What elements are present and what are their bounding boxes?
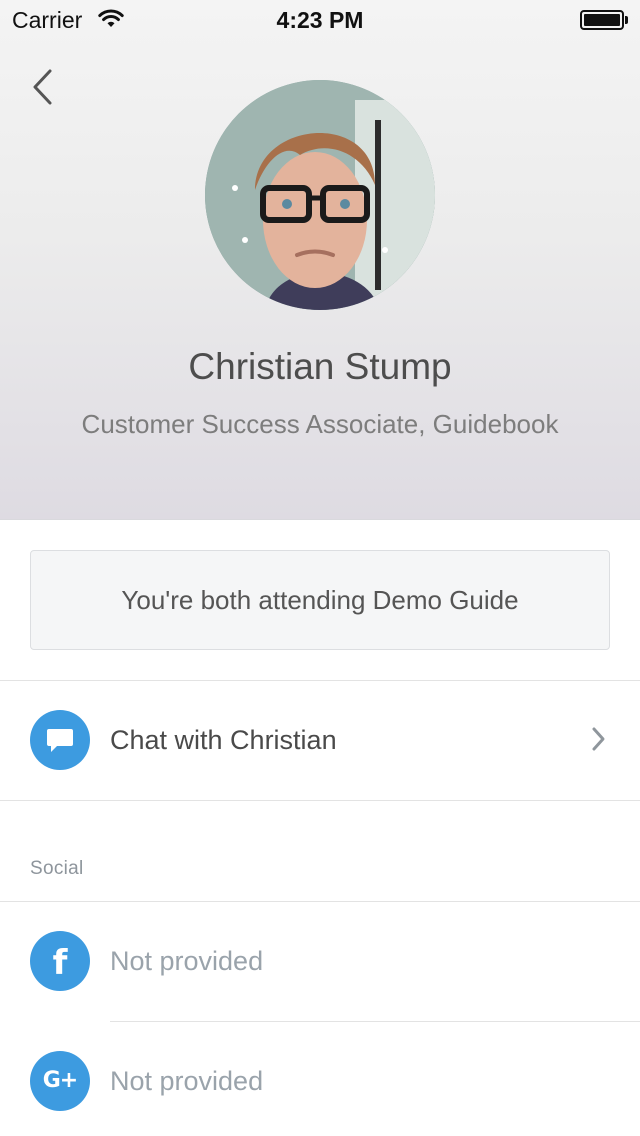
facebook-icon: f — [30, 931, 90, 991]
facebook-value: Not provided — [110, 945, 264, 976]
social-item-google-plus[interactable]: G+ Not provided — [0, 1021, 640, 1136]
profile-header: Carrier 4:23 PM Christian Stump Customer… — [0, 0, 640, 520]
chevron-left-icon — [33, 69, 52, 105]
divider — [0, 800, 640, 801]
chat-label: Chat with Christian — [110, 724, 337, 755]
chat-row[interactable]: Chat with Christian — [0, 680, 640, 800]
profile-name: Christian Stump — [188, 346, 452, 387]
google-plus-icon: G+ — [30, 1051, 90, 1111]
attending-banner: You're both attending Demo Guide — [30, 550, 610, 650]
section-header-social: Social — [30, 858, 84, 879]
google-plus-value: Not provided — [110, 1065, 264, 1096]
social-item-facebook[interactable]: f Not provided — [0, 901, 640, 1021]
battery-icon — [580, 10, 628, 30]
status-time: 4:23 PM — [276, 7, 364, 33]
chevron-right-icon — [590, 725, 606, 758]
chat-bubble-icon — [30, 710, 90, 770]
avatar — [205, 80, 435, 310]
profile-title: Customer Success Associate, Guidebook — [81, 409, 559, 439]
back-button[interactable] — [22, 62, 62, 112]
status-bar: Carrier 4:23 PM — [0, 0, 640, 40]
